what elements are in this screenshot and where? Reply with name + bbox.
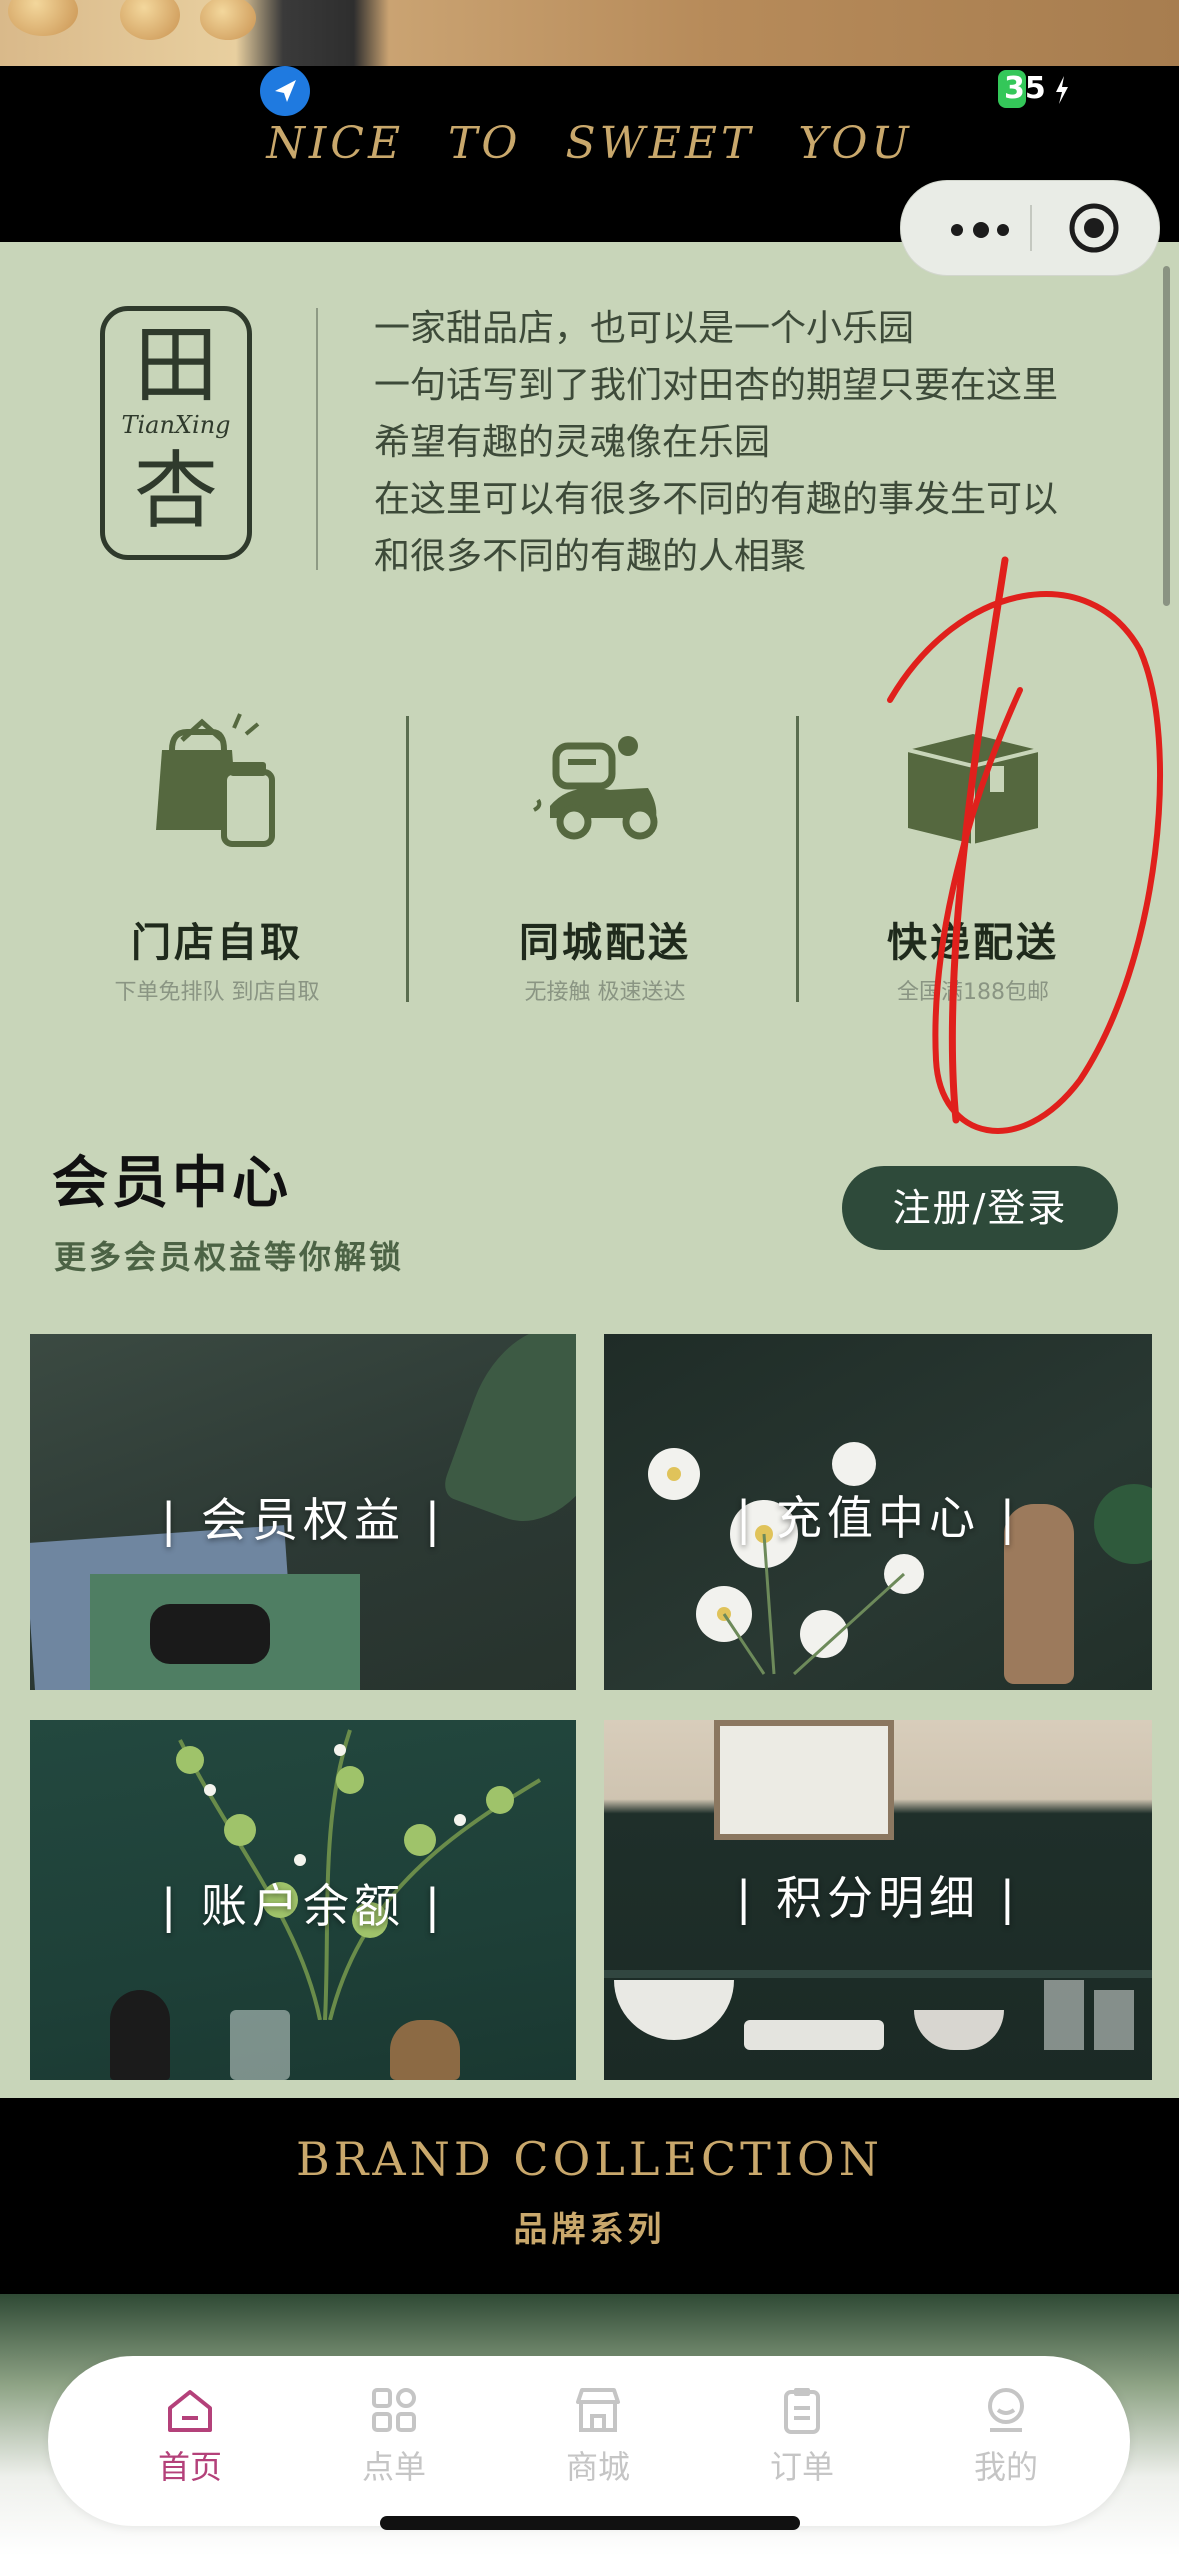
tile-label: | 账户余额 |	[160, 1879, 446, 1933]
service-title: 同城配送	[519, 920, 691, 966]
tab-label: 商城	[565, 2448, 630, 2486]
tile-label: | 会员权益 |	[160, 1493, 446, 1547]
service-title: 门店自取	[131, 920, 303, 966]
battery-indicator: 35	[998, 70, 1068, 108]
tab-profile[interactable]: 我的	[906, 2356, 1106, 2526]
service-divider	[796, 716, 799, 1002]
capsule-divider	[1030, 205, 1032, 251]
tab-label: 首页	[157, 2448, 222, 2486]
tab-label: 我的	[973, 2448, 1038, 2486]
bottom-tab-bar: 首页 点单 商城 订单 我的	[48, 2356, 1130, 2526]
intro-line: 一家甜品店，也可以是一个小乐园	[374, 308, 915, 349]
location-arrow-icon	[260, 66, 310, 116]
intro-line: 希望有趣的灵魂像在乐园	[374, 422, 771, 463]
shelf-decor	[604, 1970, 1152, 1978]
brand-logo: 田 TianXing 杏	[100, 306, 252, 560]
brand-collection-band	[0, 2098, 1179, 2294]
battery-level: 35	[1004, 71, 1046, 106]
flowers-decor	[648, 1442, 924, 1676]
banner-title: NICE TO SWEET YOU	[266, 118, 913, 169]
member-center-title: 会员中心	[52, 1151, 292, 1216]
pot-decor	[390, 2020, 460, 2080]
plates-decor	[744, 2020, 884, 2050]
intro-divider	[316, 308, 318, 570]
bowl-decor	[914, 2010, 1004, 2050]
store-pickup-icon	[142, 710, 292, 860]
tab-label: 订单	[769, 2448, 834, 2486]
intro-line: 在这里可以有很多不同的有趣的事发生可以	[374, 479, 1059, 520]
service-store-pickup[interactable]: 门店自取 下单免排队 到店自取	[52, 700, 382, 1020]
intro-line: 一句话写到了我们对田杏的期望只要在这里	[374, 365, 1059, 406]
clipboard-icon	[784, 2388, 820, 2434]
tab-order[interactable]: 点单	[294, 2356, 494, 2526]
logo-pinyin: TianXing	[121, 411, 231, 439]
top-photo-strip	[0, 0, 1179, 66]
tab-shop[interactable]: 商城	[498, 2356, 698, 2526]
service-city-delivery[interactable]: 同城配送 无接触 极速送达	[440, 700, 770, 1020]
user-icon	[988, 2388, 1024, 2432]
close-target-icon[interactable]	[1067, 201, 1121, 255]
more-dots-icon[interactable]	[939, 211, 1029, 245]
cup-decor	[150, 1604, 270, 1664]
tab-label: 点单	[361, 2448, 426, 2486]
logo-char-bottom: 杏	[133, 442, 218, 540]
logo-char-top: 田	[133, 316, 218, 414]
register-login-button[interactable]: 注册/登录	[842, 1166, 1118, 1250]
service-subtitle: 无接触 极速送达	[524, 980, 686, 1005]
glass-vase-decor	[230, 2010, 290, 2080]
tab-orders[interactable]: 订单	[702, 2356, 902, 2526]
tile-label: | 积分明细 |	[735, 1871, 1021, 1925]
delivery-scooter-icon	[530, 710, 680, 860]
lamp-decor	[110, 1990, 170, 2080]
home-indicator[interactable]	[380, 2516, 800, 2530]
tab-home[interactable]: 首页	[90, 2356, 290, 2526]
framed-picture-decor	[714, 1720, 894, 1840]
brand-collection-title: BRAND COLLECTION	[295, 2132, 883, 2186]
member-center-subtitle: 更多会员权益等你解锁	[54, 1238, 405, 1276]
glass-decor	[1044, 1980, 1084, 2050]
tile-points-detail[interactable]: | 积分明细 |	[604, 1720, 1152, 2080]
bowl-decor	[614, 1980, 734, 2040]
grid-icon	[372, 2388, 416, 2432]
brand-collection-subtitle: 品牌系列	[513, 2210, 666, 2250]
tile-label: | 充值中心 |	[735, 1491, 1021, 1545]
tile-account-balance[interactable]: | 账户余额 |	[30, 1720, 576, 2080]
service-subtitle: 下单免排队 到店自取	[114, 980, 320, 1005]
home-icon	[168, 2390, 212, 2432]
glass-decor	[1094, 1990, 1134, 2050]
service-divider	[406, 716, 409, 1002]
tile-member-benefits[interactable]: | 会员权益 |	[30, 1334, 576, 1690]
red-annotation-mark	[887, 556, 1163, 1134]
tile-recharge-center[interactable]: | 充值中心 |	[604, 1334, 1152, 1690]
shop-icon	[576, 2388, 620, 2432]
miniprogram-capsule	[900, 180, 1160, 276]
